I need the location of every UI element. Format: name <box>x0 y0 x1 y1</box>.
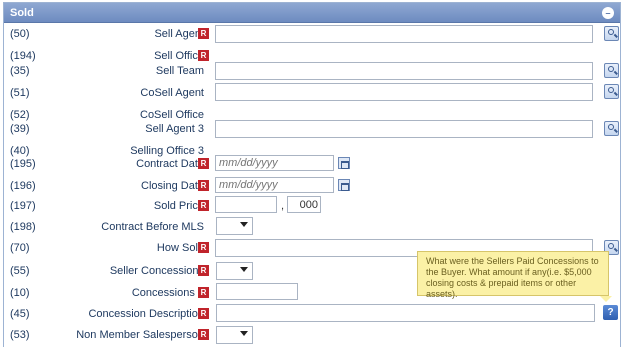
price-separator: , <box>281 200 285 212</box>
help-tooltip: What were the Sellers Paid Concessions t… <box>417 251 609 299</box>
search-icon[interactable] <box>604 26 619 41</box>
required-badge: R <box>198 308 209 319</box>
sell-agent-3-input[interactable] <box>215 120 593 138</box>
field-number: (50) <box>10 28 30 40</box>
field-number: (70) <box>10 242 30 254</box>
cosell-agent-input[interactable] <box>215 83 593 101</box>
help-icon[interactable]: ? <box>603 305 618 320</box>
chevron-down-icon <box>240 222 248 227</box>
required-badge: R <box>198 28 209 39</box>
tooltip-arrow <box>600 296 612 302</box>
required-badge: R <box>198 180 209 191</box>
chevron-down-icon <box>240 267 248 272</box>
field-label: How Sold <box>156 242 204 254</box>
field-row-concession-description: (45) Concession Description R ? <box>0 304 618 324</box>
calendar-icon[interactable] <box>338 179 350 191</box>
field-number: (51) <box>10 87 30 99</box>
field-number: (39) <box>10 123 30 135</box>
required-badge: R <box>198 158 209 169</box>
field-number: (35) <box>10 65 30 77</box>
sold-price-cents-input[interactable] <box>287 196 321 213</box>
contract-before-mls-select[interactable] <box>216 217 253 235</box>
required-badge: R <box>198 287 209 298</box>
field-number: (198) <box>10 221 36 233</box>
search-icon[interactable] <box>604 121 619 136</box>
field-number: (197) <box>10 200 36 212</box>
seller-concessions-select[interactable] <box>216 262 253 280</box>
field-label: Sold Price <box>153 200 204 212</box>
field-number: (55) <box>10 265 30 277</box>
field-row-sold-price: (197) Sold Price R , <box>0 196 616 214</box>
field-row-sell-team: (35) Sell Team <box>0 61 619 81</box>
tooltip-text: What were the Sellers Paid Concessions t… <box>426 256 599 299</box>
sold-price-input[interactable] <box>215 196 277 213</box>
field-label: Sell Agent <box>154 28 204 40</box>
field-number: (196) <box>10 180 36 192</box>
search-icon[interactable] <box>604 84 619 99</box>
field-label: Sell Team <box>155 65 204 77</box>
field-row-contract-before-mls: (198) Contract Before MLS <box>0 217 616 235</box>
chevron-down-icon <box>240 331 248 336</box>
calendar-icon[interactable] <box>338 157 350 169</box>
field-label: Sell Agent 3 <box>145 123 204 135</box>
non-member-salesperson-select[interactable] <box>216 326 253 344</box>
contract-date-input[interactable] <box>215 155 334 171</box>
concessions-amount-input[interactable] <box>216 283 298 300</box>
field-number: (195) <box>10 158 36 170</box>
field-row-contract-date: (195) Contract Date R <box>0 155 616 173</box>
field-label: CoSell Agent <box>140 87 204 99</box>
field-label: Concessions $ <box>131 287 204 299</box>
field-label: Closing Date <box>141 180 204 192</box>
required-badge: R <box>198 265 209 276</box>
field-row-sell-agent: (50) Sell Agent R <box>0 24 619 44</box>
field-row-sell-agent-3: (39) Sell Agent 3 <box>0 119 619 139</box>
sell-team-input[interactable] <box>215 62 593 80</box>
required-badge: R <box>198 329 209 340</box>
field-number: (10) <box>10 287 30 299</box>
required-badge: R <box>198 50 209 61</box>
field-label: Contract Date <box>136 158 204 170</box>
field-number: (53) <box>10 329 30 341</box>
field-row-cosell-agent: (51) CoSell Agent <box>0 82 619 102</box>
field-row-non-member-salesperson: (53) Non Member Salesperson R <box>0 325 616 344</box>
field-number: (45) <box>10 308 30 320</box>
concession-description-input[interactable] <box>216 304 595 322</box>
required-badge: R <box>198 200 209 211</box>
search-icon[interactable] <box>604 63 619 78</box>
field-label: Seller Concessions <box>109 265 204 277</box>
required-badge: R <box>198 242 209 253</box>
collapse-icon[interactable]: – <box>602 7 614 19</box>
field-label: Concession Description <box>88 308 204 320</box>
field-label: Non Member Salesperson <box>76 329 204 341</box>
field-label: Contract Before MLS <box>101 221 204 233</box>
closing-date-input[interactable] <box>215 177 334 193</box>
sell-agent-input[interactable] <box>215 25 593 43</box>
panel-title: Sold <box>10 7 34 19</box>
field-row-closing-date: (196) Closing Date R <box>0 177 616 195</box>
panel-header: Sold – <box>4 3 620 23</box>
